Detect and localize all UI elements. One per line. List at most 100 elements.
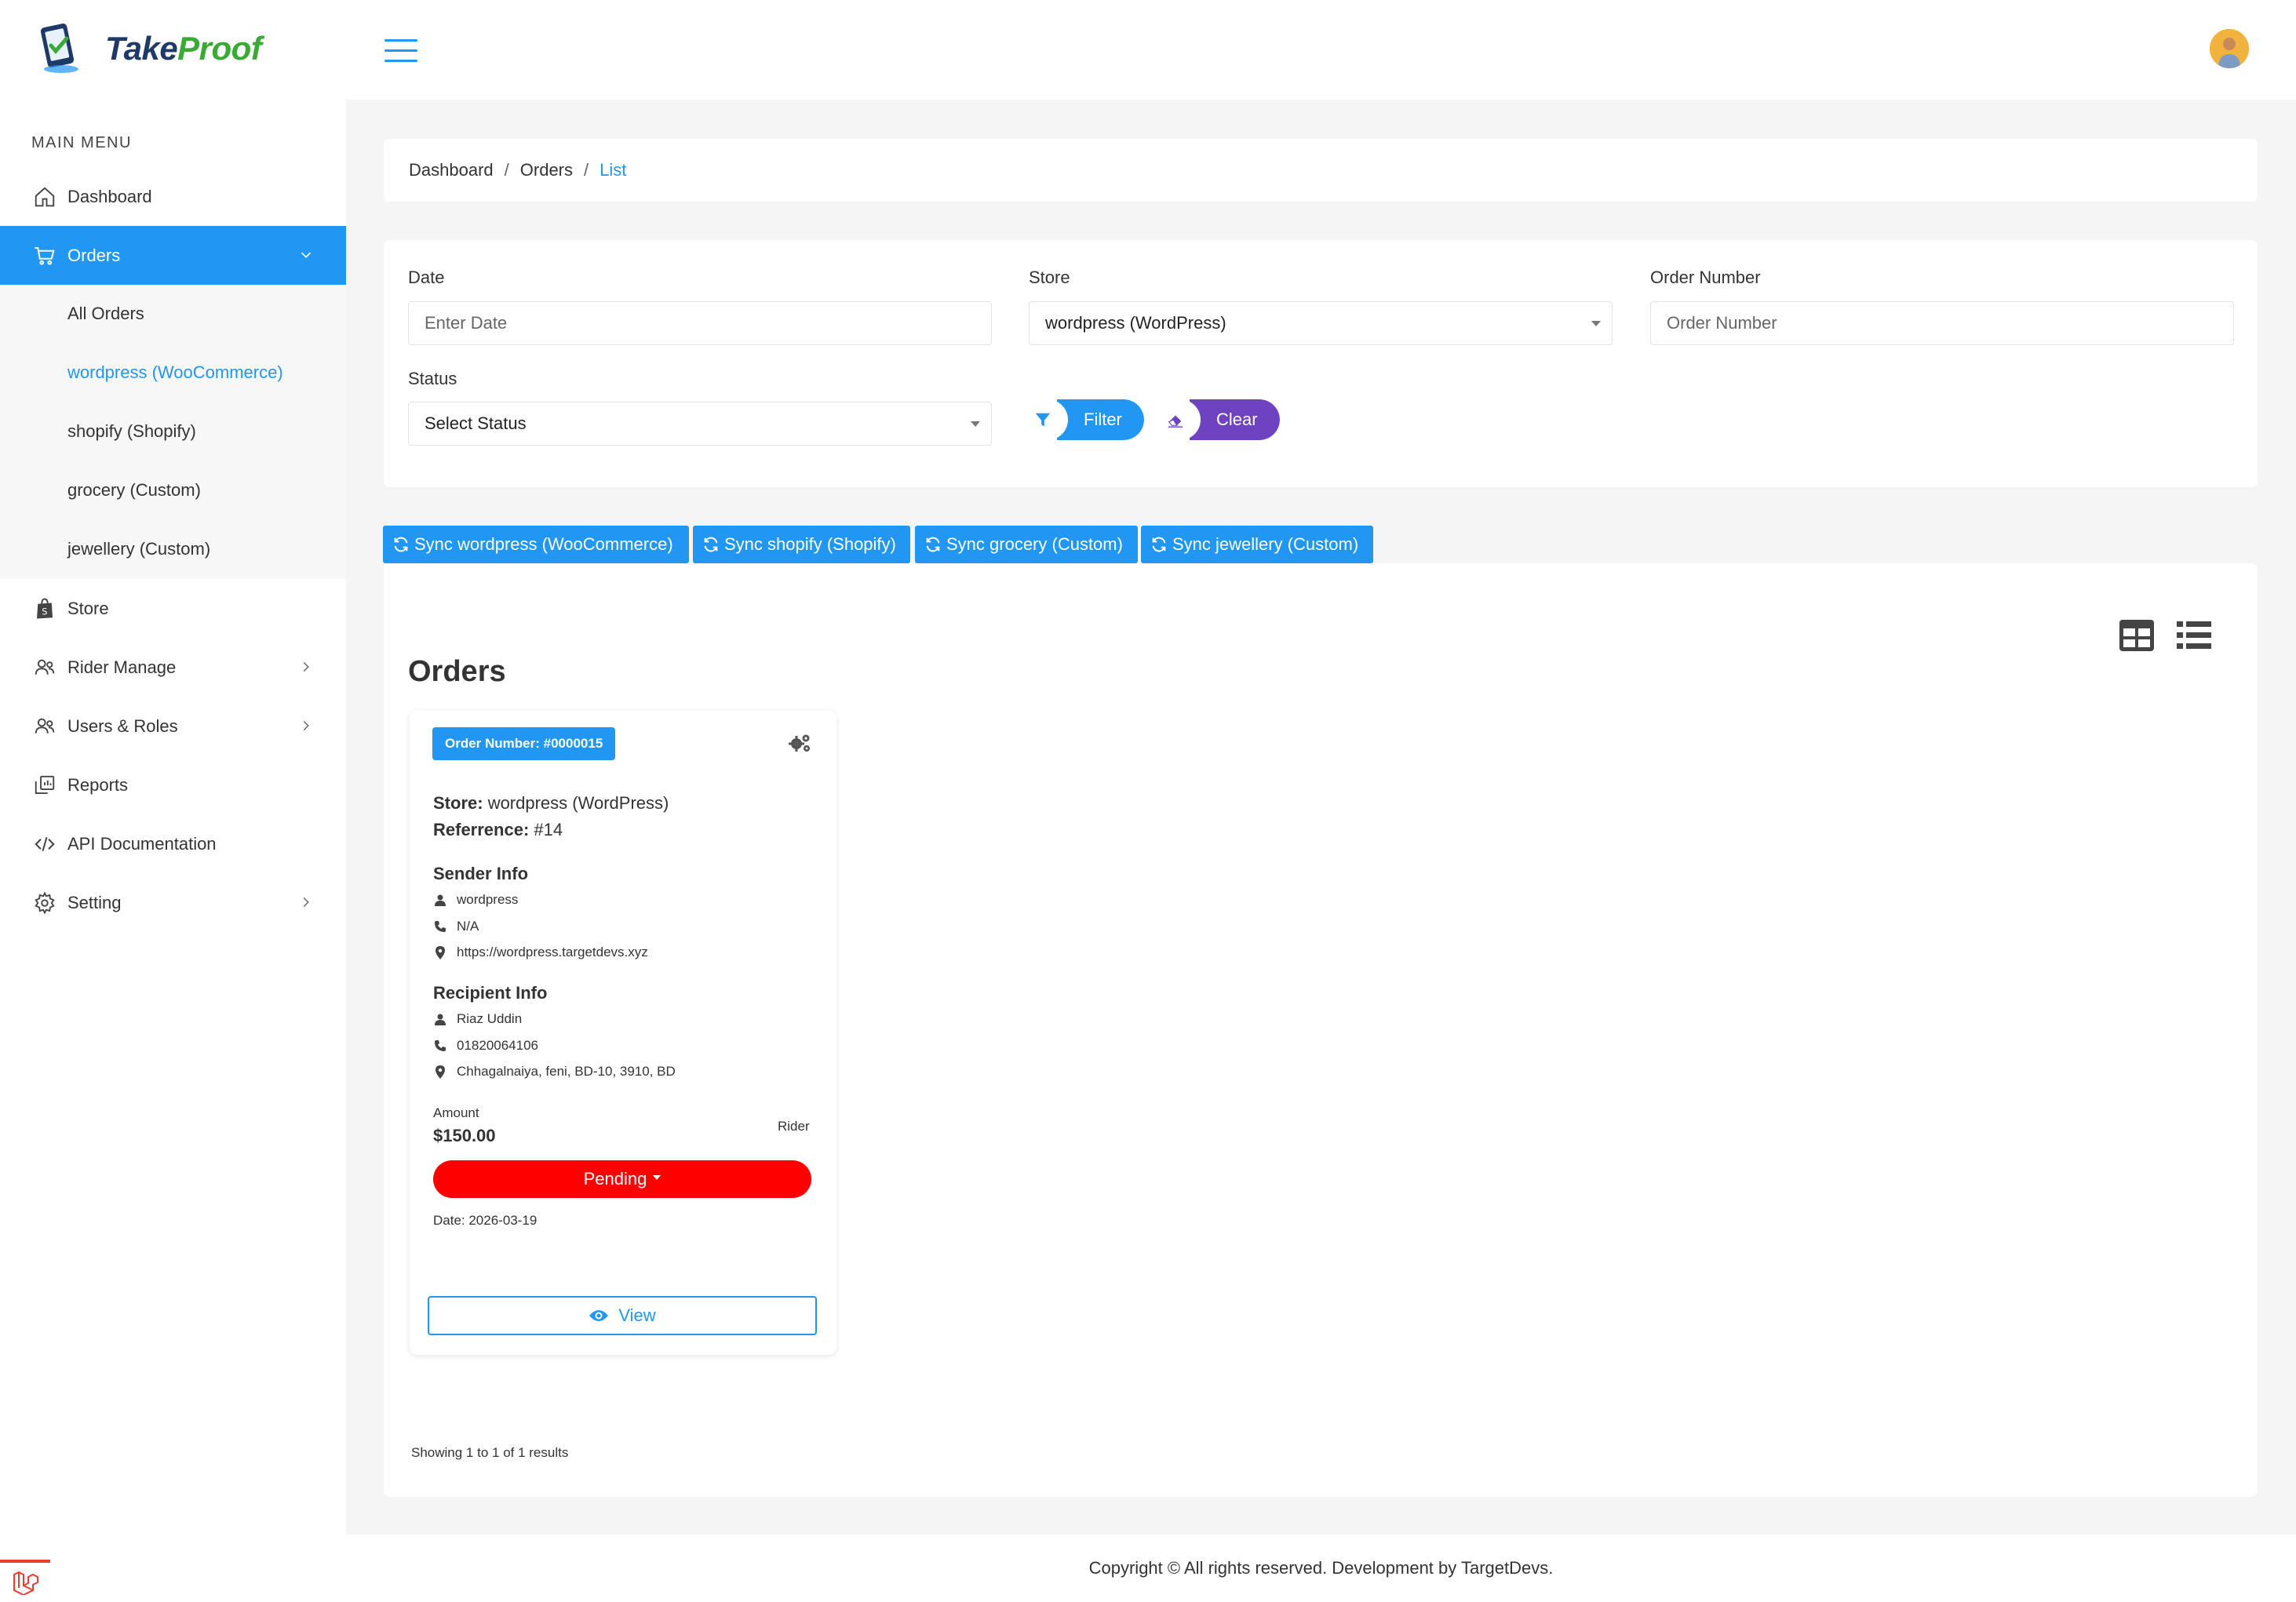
status-label: Status — [408, 369, 457, 388]
order-number-badge: Order Number: #0000015 — [432, 727, 616, 760]
sync-wordpress-button[interactable]: Sync wordpress (WooCommerce) — [383, 526, 689, 563]
user-avatar[interactable] — [2210, 29, 2249, 68]
amount-value: $150.00 — [433, 1126, 496, 1145]
filter-funnel-icon — [1018, 399, 1068, 440]
recipient-address: Chhagalnaiya, feni, BD-10, 3910, BD — [457, 1064, 676, 1079]
app-logo[interactable]: TakeProof — [38, 22, 262, 75]
sync-button-label: Sync jewellery (Custom) — [1172, 534, 1359, 554]
sync-button-label: Sync wordpress (WooCommerce) — [414, 534, 673, 554]
cart-icon — [31, 242, 58, 269]
submenu-item-all-orders[interactable]: All Orders — [67, 304, 144, 324]
sync-button-label: Sync grocery (Custom) — [946, 534, 1123, 554]
footer: Copyright © All rights reserved. Develop… — [346, 1535, 2296, 1602]
submenu-item-grocery[interactable]: grocery (Custom) — [67, 480, 201, 501]
view-order-button[interactable]: View — [428, 1296, 817, 1335]
sync-icon — [394, 537, 408, 552]
caret-down-icon — [971, 421, 980, 427]
laravel-debugbar-icon[interactable] — [0, 1560, 50, 1602]
top-header: TakeProof — [0, 0, 2296, 100]
reference-field-value: #14 — [534, 820, 563, 839]
clear-button[interactable]: Clear — [1150, 399, 1280, 440]
submenu-item-wordpress[interactable]: wordpress (WooCommerce) — [67, 362, 283, 383]
breadcrumb-separator: / — [584, 160, 589, 180]
caret-down-icon — [653, 1175, 661, 1180]
sync-grocery-button[interactable]: Sync grocery (Custom) — [915, 526, 1138, 563]
submenu-item-shopify[interactable]: shopify (Shopify) — [67, 421, 196, 442]
users-icon — [31, 654, 58, 681]
sidebar-item-label: Users & Roles — [67, 715, 178, 736]
sidebar-item-orders[interactable]: Orders — [0, 226, 346, 285]
list-view-icon[interactable] — [2175, 618, 2213, 653]
status-label-text: Pending — [583, 1169, 647, 1189]
caret-down-icon — [1591, 321, 1601, 326]
sidebar-item-label: Reports — [67, 774, 129, 795]
amount-label: Amount — [433, 1105, 479, 1120]
recipient-phone-row: 01820064106 — [433, 1038, 538, 1054]
sidebar-item-users-roles[interactable]: Users & Roles — [0, 697, 346, 755]
map-pin-icon — [433, 945, 447, 959]
users-icon — [31, 713, 58, 740]
sync-shopify-button[interactable]: Sync shopify (Shopify) — [693, 526, 910, 563]
footer-copyright: Copyright © All rights reserved. Develop… — [1088, 1558, 1554, 1578]
sidebar-item-label: Dashboard — [67, 186, 152, 206]
orders-submenu: All Orders wordpress (WooCommerce) shopi… — [0, 285, 346, 579]
order-store-line: Store: wordpress (WordPress) — [433, 793, 669, 814]
recipient-name-row: Riaz Uddin — [433, 1011, 522, 1027]
sync-icon — [926, 537, 940, 552]
map-pin-icon — [433, 1065, 447, 1079]
recipient-address-row: Chhagalnaiya, feni, BD-10, 3910, BD — [433, 1064, 676, 1080]
chevron-right-icon — [297, 894, 315, 911]
home-icon — [31, 184, 58, 210]
recipient-phone: 01820064106 — [457, 1038, 539, 1053]
sidebar-item-setting[interactable]: Setting — [0, 873, 346, 932]
reports-icon — [31, 772, 58, 799]
sidebar-item-reports[interactable]: Reports — [0, 755, 346, 814]
status-dropdown-button[interactable]: Pending — [433, 1160, 811, 1198]
gear-icon — [31, 890, 58, 916]
sender-name: wordpress — [457, 892, 519, 907]
menu-toggle-icon[interactable] — [384, 39, 417, 64]
sidebar-item-label: Setting — [67, 892, 122, 912]
eye-icon — [589, 1310, 609, 1321]
sidebar-item-api-documentation[interactable]: API Documentation — [0, 814, 346, 873]
grid-view-icon[interactable] — [2118, 618, 2156, 653]
shopify-bag-icon: S — [31, 595, 58, 622]
chevron-right-icon — [297, 717, 315, 734]
sidebar-item-rider-manage[interactable]: Rider Manage — [0, 638, 346, 697]
store-field-label: Store: — [433, 793, 483, 813]
rider-label: Rider — [778, 1119, 810, 1134]
breadcrumb-orders[interactable]: Orders — [520, 160, 573, 180]
sidebar-item-label: Rider Manage — [67, 657, 177, 677]
user-icon — [433, 893, 447, 907]
status-select[interactable]: Select Status — [408, 402, 992, 446]
order-reference-line: Referrence: #14 — [433, 820, 563, 840]
breadcrumb: Dashboard / Orders / List — [384, 139, 2258, 202]
store-select[interactable]: wordpress (WordPress) — [1029, 301, 1613, 345]
sender-phone: N/A — [457, 919, 479, 934]
order-date: Date: 2026-03-19 — [433, 1213, 538, 1228]
status-select-value: Select Status — [425, 413, 527, 433]
sender-info-title: Sender Info — [433, 864, 529, 883]
chevron-down-icon — [297, 246, 315, 264]
sidebar-item-store[interactable]: S Store — [0, 579, 346, 638]
filter-button-label: Filter — [1057, 399, 1144, 440]
submenu-item-jewellery[interactable]: jewellery (Custom) — [67, 539, 210, 559]
recipient-info-title: Recipient Info — [433, 983, 548, 1003]
date-input[interactable]: Enter Date — [408, 301, 992, 345]
sidebar-item-dashboard[interactable]: Dashboard — [0, 167, 346, 226]
filter-panel — [384, 240, 2258, 487]
filter-button[interactable]: Filter — [1018, 399, 1144, 440]
sync-jewellery-button[interactable]: Sync jewellery (Custom) — [1141, 526, 1373, 563]
date-label: Date — [408, 268, 445, 287]
main-menu-title: MAIN MENU — [31, 134, 132, 151]
sender-name-row: wordpress — [433, 892, 518, 908]
order-number-input[interactable]: Order Number — [1650, 301, 2234, 345]
sender-address: https://wordpress.targetdevs.xyz — [457, 945, 648, 959]
sidebar-item-label: Store — [67, 598, 109, 618]
order-number-label: Order Number — [1650, 268, 1761, 287]
gears-icon[interactable] — [788, 733, 811, 753]
reference-field-label: Referrence: — [433, 820, 530, 839]
phone-icon — [433, 919, 447, 934]
breadcrumb-dashboard[interactable]: Dashboard — [409, 160, 494, 180]
sender-phone-row: N/A — [433, 919, 479, 934]
